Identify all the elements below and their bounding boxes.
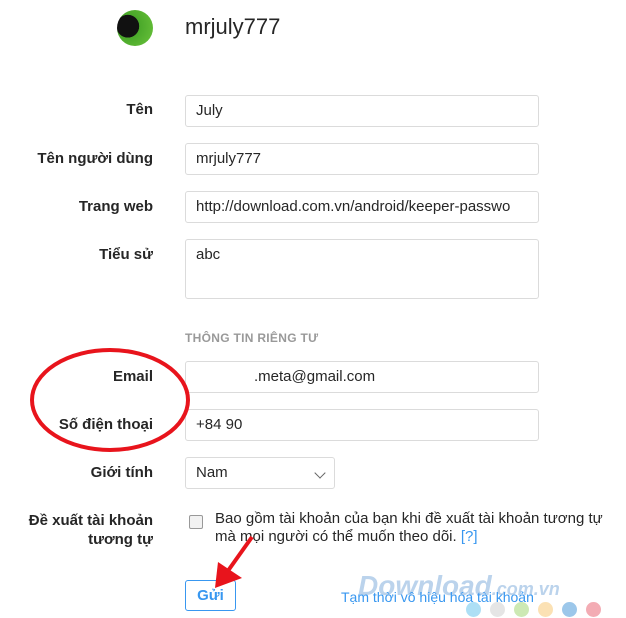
annotation-overlay bbox=[30, 348, 254, 588]
arrow-icon bbox=[223, 535, 254, 577]
arrow-head-icon bbox=[215, 562, 242, 588]
highlight-circle bbox=[30, 348, 190, 452]
